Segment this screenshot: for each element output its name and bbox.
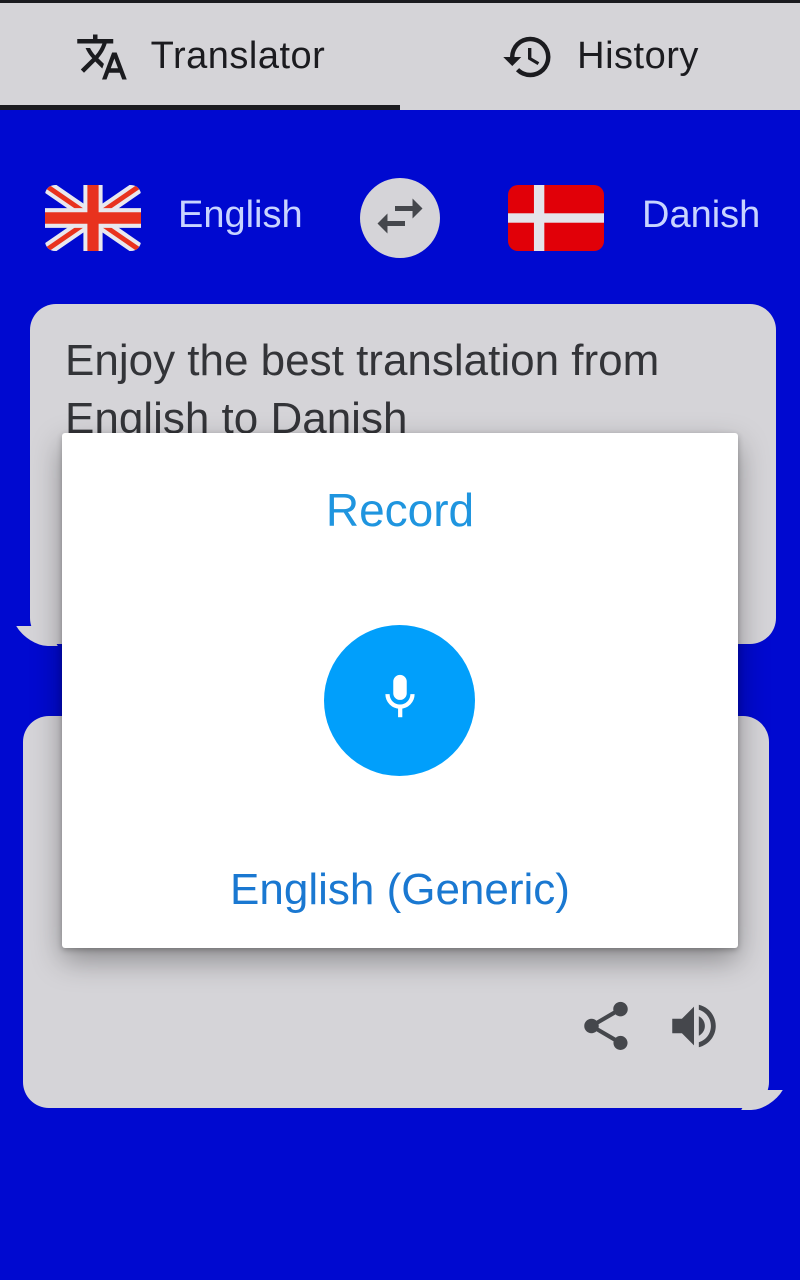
tab-translator-label: Translator bbox=[150, 35, 326, 77]
tab-history[interactable]: History bbox=[400, 3, 800, 110]
source-language-label[interactable]: English bbox=[178, 194, 303, 237]
share-button[interactable] bbox=[576, 998, 636, 1058]
record-dialog: Record English (Generic) bbox=[62, 433, 738, 948]
tab-bar: Translator History bbox=[0, 3, 800, 110]
speech-bubble-tail bbox=[16, 626, 58, 646]
translate-icon bbox=[75, 30, 129, 84]
record-mic-button[interactable] bbox=[324, 625, 475, 776]
recognition-language[interactable]: English (Generic) bbox=[62, 865, 738, 915]
speech-bubble-tail bbox=[741, 1090, 783, 1110]
speak-button[interactable] bbox=[664, 998, 724, 1058]
microphone-icon bbox=[380, 673, 420, 728]
share-icon bbox=[577, 997, 635, 1060]
tab-history-label: History bbox=[577, 35, 699, 77]
swap-languages-button[interactable] bbox=[360, 178, 440, 258]
swap-arrows-icon bbox=[370, 186, 430, 251]
result-actions bbox=[576, 998, 724, 1058]
uk-flag-icon[interactable] bbox=[45, 185, 141, 251]
speaker-icon bbox=[665, 997, 723, 1060]
history-icon bbox=[501, 30, 555, 84]
target-language-label[interactable]: Danish bbox=[642, 194, 760, 237]
source-text-input[interactable]: Enjoy the best translation from English … bbox=[65, 332, 755, 448]
denmark-flag-icon[interactable] bbox=[508, 185, 604, 251]
dialog-title: Record bbox=[325, 484, 475, 536]
tab-translator[interactable]: Translator bbox=[0, 3, 400, 110]
language-selector-bar: English Danish bbox=[0, 170, 800, 270]
